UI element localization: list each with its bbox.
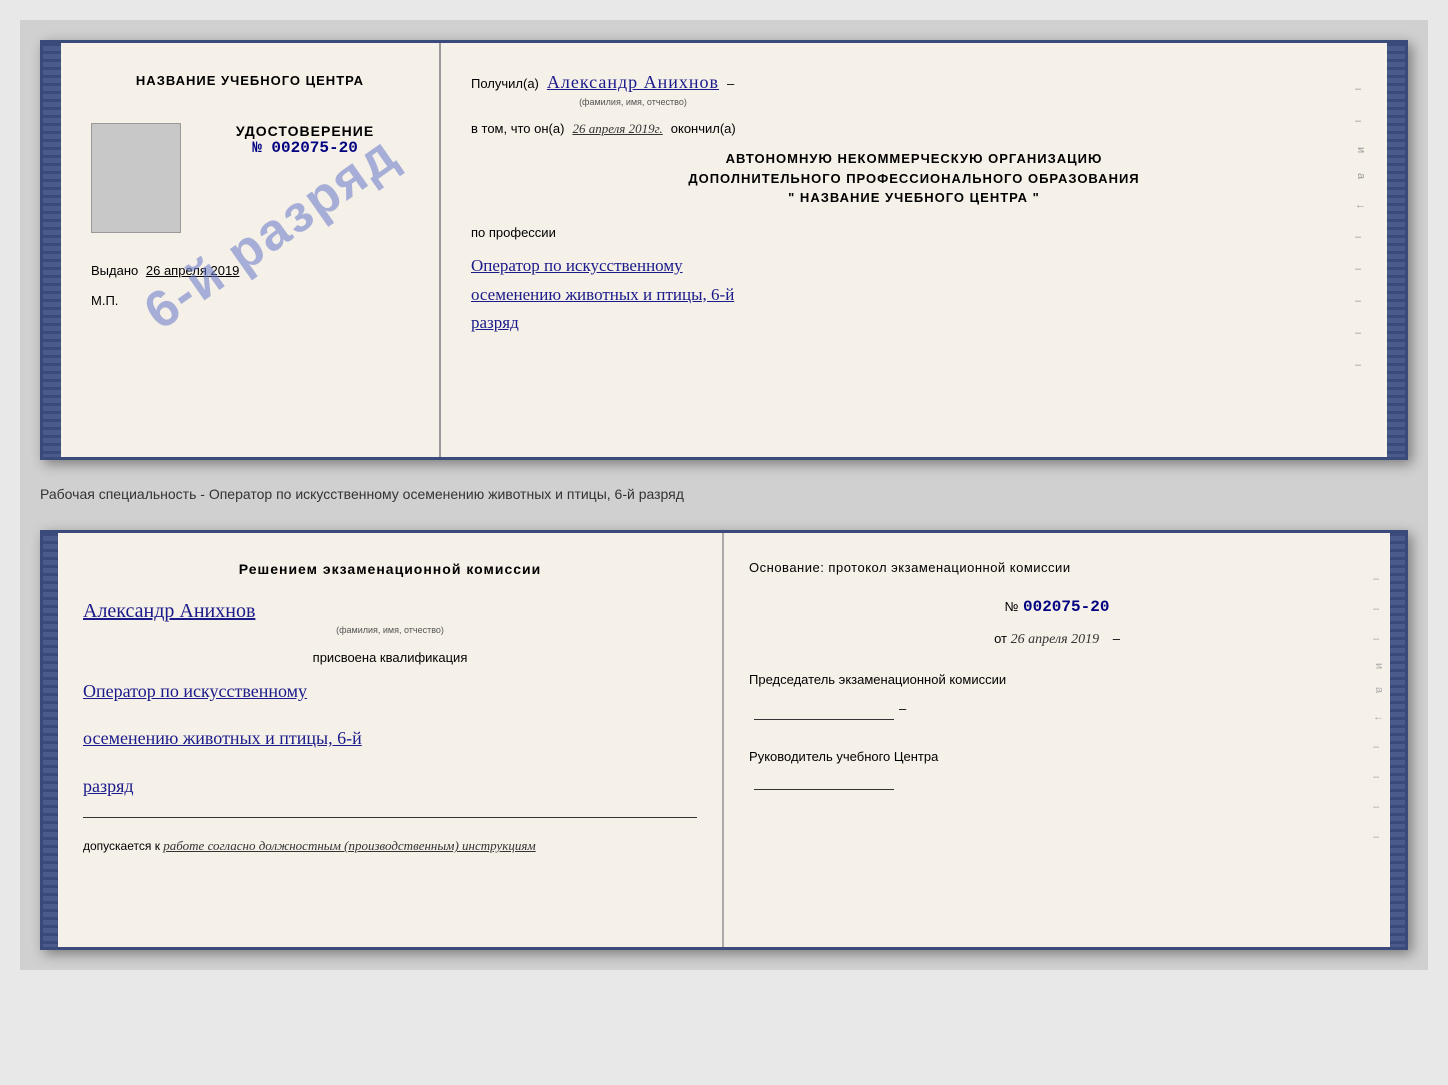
profession-block: Оператор по искусственному осеменению жи… bbox=[471, 252, 1357, 339]
dash1: – bbox=[727, 74, 734, 95]
vydano-label: Выдано bbox=[91, 263, 138, 278]
dash-right: – bbox=[1113, 631, 1120, 646]
dash-predsedatel: – bbox=[899, 697, 906, 720]
po-professii-label: по профессии bbox=[471, 225, 1357, 240]
poluchil-row: Получил(а) Александр Анихнов (фамилия, и… bbox=[471, 68, 1357, 109]
cert-right-page: Получил(а) Александр Анихнов (фамилия, и… bbox=[441, 43, 1387, 457]
resheniem-title: Решением экзаменационной комиссии bbox=[83, 558, 697, 580]
dopuskaetsya-block: допускается к работе согласно должностны… bbox=[83, 838, 697, 854]
ot-label: от bbox=[994, 631, 1007, 646]
prisvoena-label: присвоена квалификация bbox=[83, 650, 697, 665]
predsedatel-label: Председатель экзаменационной комиссии bbox=[749, 668, 1365, 691]
rukovoditel-label: Руководитель учебного Центра bbox=[749, 745, 1365, 768]
book-spine-left bbox=[43, 43, 61, 457]
predsedatel-line: – bbox=[749, 697, 1365, 720]
udost-number: № 002075-20 bbox=[191, 139, 419, 157]
rukovoditel-line bbox=[749, 774, 1365, 797]
photo-placeholder bbox=[91, 123, 181, 233]
org-line3: " НАЗВАНИЕ УЧЕБНОГО ЦЕНТРА " bbox=[471, 188, 1357, 208]
qual-profession-block: Оператор по искусственному осеменению жи… bbox=[83, 675, 697, 802]
work-text: работе согласно должностным (производств… bbox=[163, 838, 535, 853]
qual-number-block: № 002075-20 bbox=[749, 598, 1365, 616]
dopuskaetsya-label: допускается к bbox=[83, 839, 160, 853]
profession-line2: осеменению животных и птицы, 6-й bbox=[471, 281, 1357, 310]
qualification-book: Решением экзаменационной комиссии Алекса… bbox=[40, 530, 1408, 950]
subtitle-text: Рабочая специальность - Оператор по иску… bbox=[40, 480, 1408, 510]
qual-person-name: Александр Анихнов bbox=[83, 600, 697, 623]
qual-spine-left bbox=[43, 533, 58, 947]
page-wrapper: НАЗВАНИЕ УЧЕБНОГО ЦЕНТРА УДОСТОВЕРЕНИЕ №… bbox=[20, 20, 1428, 970]
mp-line: М.П. bbox=[91, 293, 118, 308]
qual-left-page: Решением экзаменационной комиссии Алекса… bbox=[58, 533, 724, 947]
qual-date-block: от 26 апреля 2019 – bbox=[749, 631, 1365, 648]
qual-spine-right bbox=[1390, 533, 1405, 947]
recipient-name: Александр Анихнов bbox=[547, 72, 719, 92]
profession-line3: разряд bbox=[471, 309, 1357, 338]
cert-left-title: НАЗВАНИЕ УЧЕБНОГО ЦЕНТРА bbox=[136, 73, 364, 88]
osnovanie-title: Основание: протокол экзаменационной коми… bbox=[749, 558, 1365, 579]
udost-title: УДОСТОВЕРЕНИЕ bbox=[191, 123, 419, 139]
vydano-line: Выдано 26 апреля 2019 bbox=[91, 263, 239, 278]
cert-left-page: НАЗВАНИЕ УЧЕБНОГО ЦЕНТРА УДОСТОВЕРЕНИЕ №… bbox=[61, 43, 441, 457]
poluchil-label: Получил(а) bbox=[471, 74, 539, 95]
qual-person-sub: (фамилия, имя, отчество) bbox=[83, 625, 697, 635]
rukovoditel-signature-line bbox=[754, 789, 894, 790]
predsedatel-block: Председатель экзаменационной комиссии – bbox=[749, 668, 1365, 720]
number-prefix: № bbox=[1005, 599, 1019, 614]
vydano-date: 26 апреля 2019 bbox=[146, 263, 240, 278]
qual-right-page: Основание: протокол экзаменационной коми… bbox=[724, 533, 1390, 947]
recipient-sub: (фамилия, имя, отчество) bbox=[547, 95, 719, 109]
vtom-row: в том, что он(а) 26 апреля 2019г. окончи… bbox=[471, 121, 1357, 137]
qual-line1: Оператор по искусственному bbox=[83, 675, 697, 707]
okonchil-label: окончил(а) bbox=[671, 121, 736, 136]
right-edge-marks2: – – – и а ← – – – – bbox=[1373, 573, 1385, 843]
qual-number-value: 002075-20 bbox=[1023, 598, 1109, 616]
udostoverenie-block: УДОСТОВЕРЕНИЕ № 002075-20 bbox=[191, 123, 419, 157]
org-line2: ДОПОЛНИТЕЛЬНОГО ПРОФЕССИОНАЛЬНОГО ОБРАЗО… bbox=[471, 169, 1357, 189]
qual-line2: осеменению животных и птицы, 6-й bbox=[83, 722, 697, 754]
predsedatel-signature-line bbox=[754, 719, 894, 720]
right-edge-marks: – – и а ← – – – – – bbox=[1355, 83, 1367, 371]
qual-line3: разряд bbox=[83, 770, 697, 802]
qual-name-block: Александр Анихнов (фамилия, имя, отчеств… bbox=[83, 600, 697, 635]
book-spine-right bbox=[1387, 43, 1405, 457]
rukovoditel-block: Руководитель учебного Центра bbox=[749, 745, 1365, 797]
org-block: АВТОНОМНУЮ НЕКОММЕРЧЕСКУЮ ОРГАНИЗАЦИЮ ДО… bbox=[471, 149, 1357, 208]
ot-date: 26 апреля 2019 bbox=[1011, 632, 1099, 647]
org-line1: АВТОНОМНУЮ НЕКОММЕРЧЕСКУЮ ОРГАНИЗАЦИЮ bbox=[471, 149, 1357, 169]
certificate-book: НАЗВАНИЕ УЧЕБНОГО ЦЕНТРА УДОСТОВЕРЕНИЕ №… bbox=[40, 40, 1408, 460]
profession-line1: Оператор по искусственному bbox=[471, 252, 1357, 281]
underline1 bbox=[83, 817, 697, 818]
vtom-label: в том, что он(а) bbox=[471, 121, 564, 136]
date-value: 26 апреля 2019г. bbox=[572, 121, 662, 137]
